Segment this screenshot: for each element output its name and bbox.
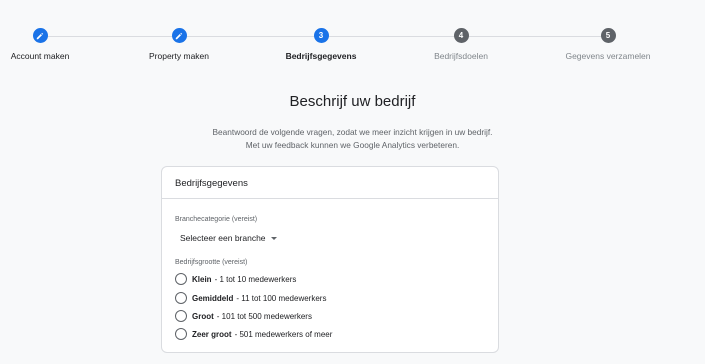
step-label: Property maken [149, 51, 209, 61]
pencil-icon [171, 28, 187, 43]
option-text: - 1 tot 10 medewerkers [214, 274, 297, 284]
step-bedrijfsgegevens[interactable]: 3 Bedrijfsgegevens [251, 28, 391, 61]
step-number: 4 [453, 28, 469, 43]
page-description: Beantwoord de volgende vragen, zodat we … [0, 126, 705, 151]
size-option-gemiddeld[interactable]: Gemiddeld - 11 tot 100 medewerkers [175, 292, 326, 304]
radio-button[interactable] [175, 273, 187, 285]
step-label: Gegevens verzamelen [565, 51, 651, 61]
option-bold: Zeer groot [192, 329, 232, 339]
card-header: Bedrijfsgegevens [162, 167, 498, 199]
dropdown-arrow-icon [270, 236, 277, 240]
option-bold: Gemiddeld [192, 293, 234, 303]
category-select-value: Selecteer een branche [180, 233, 266, 243]
pencil-icon [32, 28, 48, 43]
business-details-card: Bedrijfsgegevens Branchecategorie (verei… [161, 166, 499, 353]
size-option-klein[interactable]: Klein - 1 tot 10 medewerkers [175, 273, 296, 285]
size-label: Bedrijfsgrootte (vereist) [175, 259, 248, 266]
size-option-groot[interactable]: Groot - 101 tot 500 medewerkers [175, 310, 312, 322]
step-bedrijfsdoelen: 4 Bedrijfsdoelen [391, 28, 531, 61]
radio-button[interactable] [175, 328, 187, 340]
description-line-2: Met uw feedback kunnen we Google Analyti… [245, 139, 460, 150]
option-bold: Groot [192, 311, 214, 321]
category-label: Branchecategorie (vereist) [175, 216, 258, 223]
option-text: - 11 tot 100 medewerkers [236, 293, 327, 303]
radio-button[interactable] [175, 292, 187, 304]
step-account-maken[interactable]: Account maken [0, 28, 110, 61]
option-text: - 101 tot 500 medewerkers [216, 311, 312, 321]
page-title: Beschrijf uw bedrijf [289, 93, 416, 110]
step-number: 5 [600, 28, 616, 43]
stepper: Account maken Property maken 3 Bedrijfsg… [0, 28, 705, 68]
step-gegevens-verzamelen: 5 Gegevens verzamelen [538, 28, 678, 61]
option-text: - 501 medewerkers of meer [234, 329, 333, 339]
option-bold: Klein [192, 274, 212, 284]
size-option-zeer-groot[interactable]: Zeer groot - 501 medewerkers of meer [175, 328, 332, 340]
step-property-maken[interactable]: Property maken [109, 28, 249, 61]
category-select[interactable]: Selecteer een branche [180, 233, 277, 243]
description-line-1: Beantwoord de volgende vragen, zodat we … [212, 127, 493, 137]
step-number: 3 [313, 28, 329, 43]
step-label: Account maken [10, 51, 70, 61]
step-label: Bedrijfsgegevens [285, 51, 357, 61]
step-label: Bedrijfsdoelen [434, 51, 488, 61]
radio-button[interactable] [175, 310, 187, 322]
